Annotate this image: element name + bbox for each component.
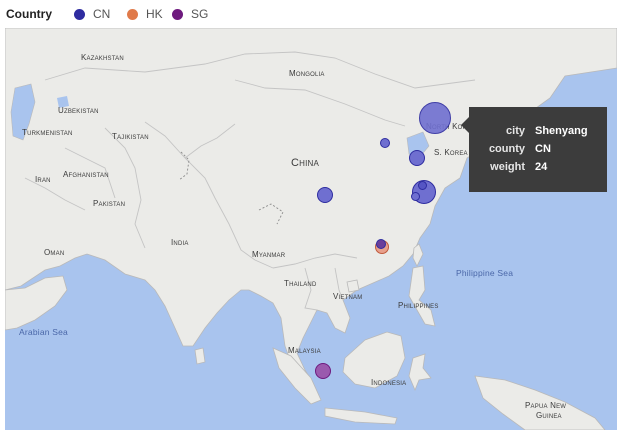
city-bubble-cn[interactable] — [409, 150, 425, 166]
tooltip-key: weight — [490, 161, 525, 173]
map-tooltip: city Shenyang county CN weight 24 — [461, 107, 607, 192]
tooltip-key: county — [488, 143, 525, 155]
sri-lanka — [194, 347, 206, 365]
label-arabian-sea: Arabian Sea — [19, 327, 68, 337]
legend-sg-label: SG — [191, 7, 209, 21]
tooltip-row-county: county CN — [469, 143, 607, 159]
label-papua-new-guinea-2: Guinea — [536, 411, 562, 420]
legend-item-cn[interactable]: CN — [74, 7, 110, 21]
tooltip-value: 24 — [535, 161, 548, 173]
label-tajikistan: Tajikistan — [112, 132, 149, 141]
label-afghanistan: Afghanistan — [63, 170, 109, 179]
city-bubble-sg[interactable] — [315, 363, 331, 379]
label-myanmar: Myanmar — [252, 250, 286, 259]
city-bubble-cn[interactable] — [411, 192, 420, 201]
label-uzbekistan: Uzbekistan — [58, 106, 99, 115]
map-basemap — [5, 28, 617, 430]
label-iran: Iran — [35, 175, 51, 184]
label-oman: Oman — [44, 248, 65, 257]
legend-item-sg[interactable]: SG — [172, 7, 208, 21]
legend-cn-label: CN — [93, 7, 111, 21]
city-bubble-cn[interactable] — [317, 187, 333, 203]
label-vietnam: Vietnam — [333, 292, 363, 301]
tooltip-row-city: city Shenyang — [469, 125, 607, 141]
city-bubble-cn[interactable] — [376, 239, 386, 249]
label-indonesia: Indonesia — [371, 378, 407, 387]
label-malaysia: Malaysia — [288, 346, 321, 355]
tooltip-row-weight: weight 24 — [469, 161, 607, 177]
map-canvas[interactable]: Kazakhstan Mongolia Uzbekistan Turkmenis… — [5, 28, 617, 430]
label-pakistan: Pakistan — [93, 199, 126, 208]
tooltip-key: city — [506, 125, 525, 137]
label-turkmenistan: Turkmenistan — [22, 128, 73, 137]
legend-item-hk[interactable]: HK — [127, 7, 163, 21]
label-philippine-sea: Philippine Sea — [456, 268, 514, 278]
legend-sg-dot-icon — [172, 8, 183, 20]
city-bubble-cn[interactable] — [380, 138, 390, 148]
city-bubble-cn[interactable] — [419, 102, 451, 134]
label-mongolia: Mongolia — [289, 69, 325, 78]
label-thailand: Thailand — [284, 279, 317, 288]
label-india: India — [171, 238, 189, 247]
label-china: China — [291, 157, 320, 169]
city-bubble-cn[interactable] — [418, 181, 427, 190]
legend-title: Country — [6, 7, 52, 21]
map-legend: Country CN HK SG — [0, 0, 622, 28]
legend-cn-dot-icon — [74, 8, 85, 20]
label-philippines: Philippines — [398, 301, 439, 310]
hainan — [346, 279, 360, 293]
tooltip-arrow-icon — [461, 117, 469, 133]
legend-hk-dot-icon — [127, 8, 138, 20]
legend-hk-label: HK — [146, 7, 163, 21]
tooltip-value: CN — [535, 143, 551, 155]
label-s-korea: S. Korea — [434, 148, 468, 157]
label-kazakhstan: Kazakhstan — [81, 53, 124, 62]
label-papua-new-guinea-1: Papua New — [525, 401, 567, 410]
tooltip-value: Shenyang — [535, 125, 588, 137]
